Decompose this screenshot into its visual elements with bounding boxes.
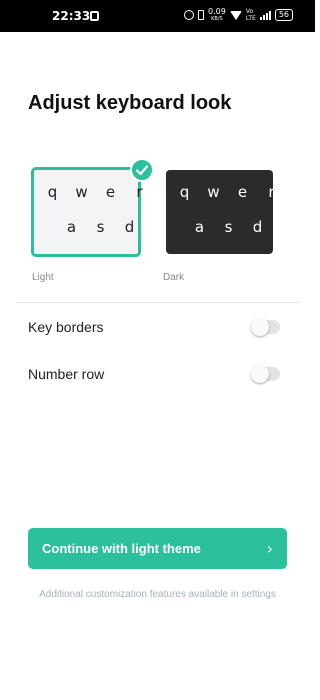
toggle-knob	[251, 318, 269, 336]
status-time: 22:33	[52, 9, 91, 23]
vibrate-icon	[198, 10, 205, 20]
settings-hint: Additional customization features availa…	[39, 589, 276, 600]
continue-button-label: Continue with light theme	[42, 541, 201, 556]
volte-bottom-label: LTE	[245, 15, 256, 22]
wifi-icon	[229, 10, 242, 20]
chevron-right-icon: ›	[266, 539, 273, 558]
key-d: d	[124, 218, 135, 236]
page-title: Adjust keyboard look	[28, 92, 232, 114]
selected-check-icon	[130, 158, 154, 182]
number-row-toggle[interactable]	[251, 365, 280, 383]
battery-indicator: 56	[274, 9, 293, 21]
keyboard-row-middle: a s d	[57, 218, 144, 236]
network-speed-value: 0.09	[208, 7, 226, 16]
key-s: s	[96, 218, 105, 236]
theme-label-light: Light	[32, 272, 54, 283]
key-w: w	[75, 183, 88, 201]
continue-button[interactable]: Continue with light theme ›	[28, 528, 287, 569]
key-borders-label: Key borders	[28, 319, 104, 335]
key-q: q	[179, 183, 190, 201]
theme-option-dark[interactable]: q w e r a s d	[166, 170, 275, 254]
status-bar: 22:33 0.09 KB/S Vo LTE 56	[0, 0, 315, 32]
notification-app-icon	[90, 11, 99, 21]
toggle-knob	[251, 365, 269, 383]
key-e: e	[105, 183, 116, 201]
key-s: s	[224, 218, 233, 236]
key-a: a	[66, 218, 77, 236]
key-w: w	[207, 183, 220, 201]
key-d: d	[252, 218, 263, 236]
number-row-label: Number row	[28, 366, 105, 382]
divider	[16, 302, 300, 303]
keyboard-row-middle: a s d	[185, 218, 272, 236]
keyboard-row-top: q w e r	[170, 183, 286, 201]
keyboard-row-top: q w e r	[38, 183, 154, 201]
setting-number-row: Number row	[28, 362, 280, 386]
alarm-icon	[184, 10, 195, 20]
setting-key-borders: Key borders	[28, 315, 280, 339]
key-r: r	[268, 183, 275, 201]
key-r: r	[136, 183, 143, 201]
network-speed-unit: KB/S	[211, 16, 223, 22]
status-icons: 0.09 KB/S Vo LTE 56	[184, 8, 293, 22]
network-speed: 0.09 KB/S	[208, 7, 226, 23]
key-q: q	[47, 183, 58, 201]
volte-indicator: Vo LTE	[246, 8, 256, 22]
volte-top-label: Vo	[245, 8, 254, 15]
key-e: e	[237, 183, 248, 201]
key-a: a	[194, 218, 205, 236]
signal-icon	[259, 10, 271, 20]
theme-label-dark: Dark	[163, 272, 185, 283]
key-borders-toggle[interactable]	[251, 318, 280, 336]
theme-option-light[interactable]: q w e r a s d	[31, 167, 144, 257]
